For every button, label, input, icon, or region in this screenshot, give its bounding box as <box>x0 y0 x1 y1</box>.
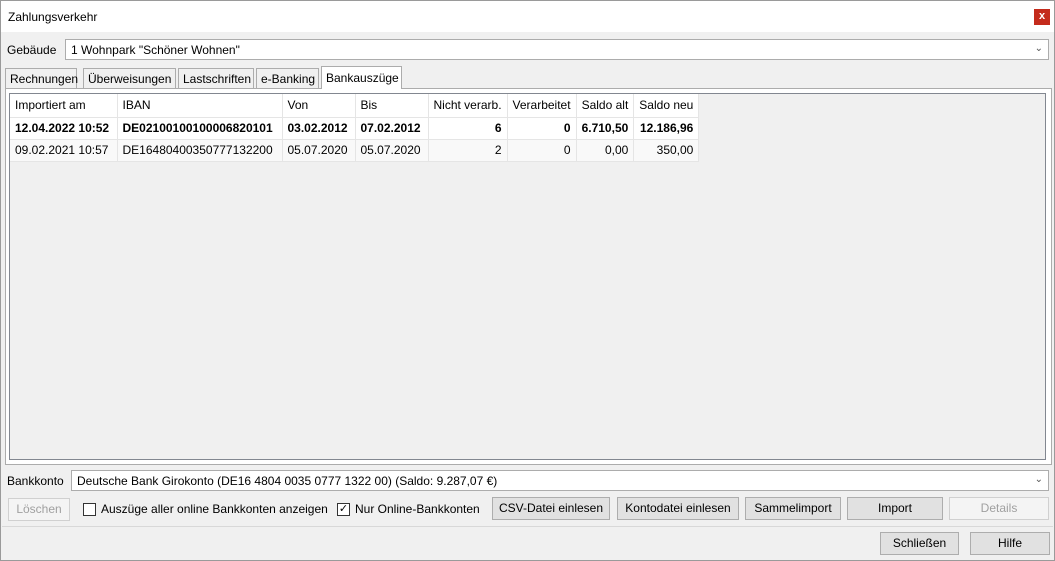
bank-account-value: Deutsche Bank Girokonto (DE16 4804 0035 … <box>77 474 498 488</box>
column-header[interactable]: Bis <box>355 94 429 118</box>
building-select[interactable]: 1 Wohnpark "Schöner Wohnen" ⌄ <box>65 39 1049 60</box>
table-cell: DE16480400350777132200 <box>117 139 283 162</box>
tab-rechnungen[interactable]: Rechnungen <box>5 68 78 88</box>
import-button[interactable]: Import <box>847 497 943 520</box>
column-header[interactable]: Saldo alt <box>576 94 635 118</box>
table-cell: 0 <box>507 117 577 140</box>
column-header[interactable]: Nicht verarb. <box>428 94 508 118</box>
table-cell: 12.186,96 <box>633 117 700 140</box>
tab-ueberweisungen[interactable]: Überweisungen <box>83 68 176 88</box>
statements-table: Importiert am IBAN Von Bis Nicht verarb.… <box>10 94 700 162</box>
table-cell: 6.710,50 <box>576 117 635 140</box>
details-button[interactable]: Details <box>949 497 1049 520</box>
account-file-import-button[interactable]: Kontodatei einlesen <box>617 497 739 520</box>
online-only-checkbox[interactable]: ✓ <box>337 503 350 516</box>
column-header[interactable]: Saldo neu <box>633 94 700 118</box>
table-cell: 0 <box>507 139 577 162</box>
close-icon[interactable]: x <box>1034 9 1050 25</box>
tab-bankauszuege[interactable]: Bankauszüge <box>321 66 402 89</box>
csv-import-button[interactable]: CSV-Datei einlesen <box>492 497 610 520</box>
check-icon: ✓ <box>338 503 349 515</box>
building-value: 1 Wohnpark "Schöner Wohnen" <box>71 43 240 57</box>
tab-lastschriften[interactable]: Lastschriften <box>178 68 254 88</box>
show-all-checkbox[interactable] <box>83 503 96 516</box>
delete-button[interactable]: Löschen <box>8 498 70 521</box>
table-header-row: Importiert am IBAN Von Bis Nicht verarb.… <box>10 94 700 118</box>
table-row[interactable]: 12.04.2022 10:52 DE02100100100006820101 … <box>10 117 700 140</box>
table-cell: 2 <box>428 139 508 162</box>
online-only-label: Nur Online-Bankkonten <box>355 502 480 516</box>
close-button[interactable]: Schließen <box>880 532 959 555</box>
table-cell: 03.02.2012 <box>282 117 356 140</box>
table-cell: 12.04.2022 10:52 <box>10 117 118 140</box>
column-header[interactable]: IBAN <box>117 94 283 118</box>
table-cell: 05.07.2020 <box>282 139 356 162</box>
table-row[interactable]: 09.02.2021 10:57 DE16480400350777132200 … <box>10 139 700 162</box>
title-bar: Zahlungsverkehr x <box>1 1 1054 32</box>
column-header[interactable]: Importiert am <box>10 94 118 118</box>
table-cell: 350,00 <box>633 139 700 162</box>
column-header[interactable]: Von <box>282 94 356 118</box>
bank-account-select[interactable]: Deutsche Bank Girokonto (DE16 4804 0035 … <box>71 470 1049 491</box>
chevron-down-icon: ⌄ <box>1034 43 1043 54</box>
payment-window: Zahlungsverkehr x Gebäude 1 Wohnpark "Sc… <box>0 0 1055 561</box>
table-cell: 07.02.2012 <box>355 117 429 140</box>
chevron-down-icon: ⌄ <box>1034 474 1043 485</box>
building-label: Gebäude <box>7 43 57 57</box>
bulk-import-button[interactable]: Sammelimport <box>745 497 841 520</box>
table-cell: 09.02.2021 10:57 <box>10 139 118 162</box>
help-button[interactable]: Hilfe <box>970 532 1050 555</box>
show-all-label: Auszüge aller online Bankkonten anzeigen <box>101 502 328 516</box>
table-cell: 6 <box>428 117 508 140</box>
footer-divider <box>2 526 1053 527</box>
bank-account-label: Bankkonto <box>7 474 64 488</box>
window-title: Zahlungsverkehr <box>8 10 98 24</box>
bank-statements-panel: Importiert am IBAN Von Bis Nicht verarb.… <box>5 88 1052 465</box>
table-cell: 05.07.2020 <box>355 139 429 162</box>
column-header[interactable]: Verarbeitet <box>507 94 577 118</box>
statements-grid[interactable]: Importiert am IBAN Von Bis Nicht verarb.… <box>9 93 1046 460</box>
table-cell: DE02100100100006820101 <box>117 117 283 140</box>
tab-e-banking[interactable]: e-Banking <box>256 68 319 88</box>
table-cell: 0,00 <box>576 139 635 162</box>
